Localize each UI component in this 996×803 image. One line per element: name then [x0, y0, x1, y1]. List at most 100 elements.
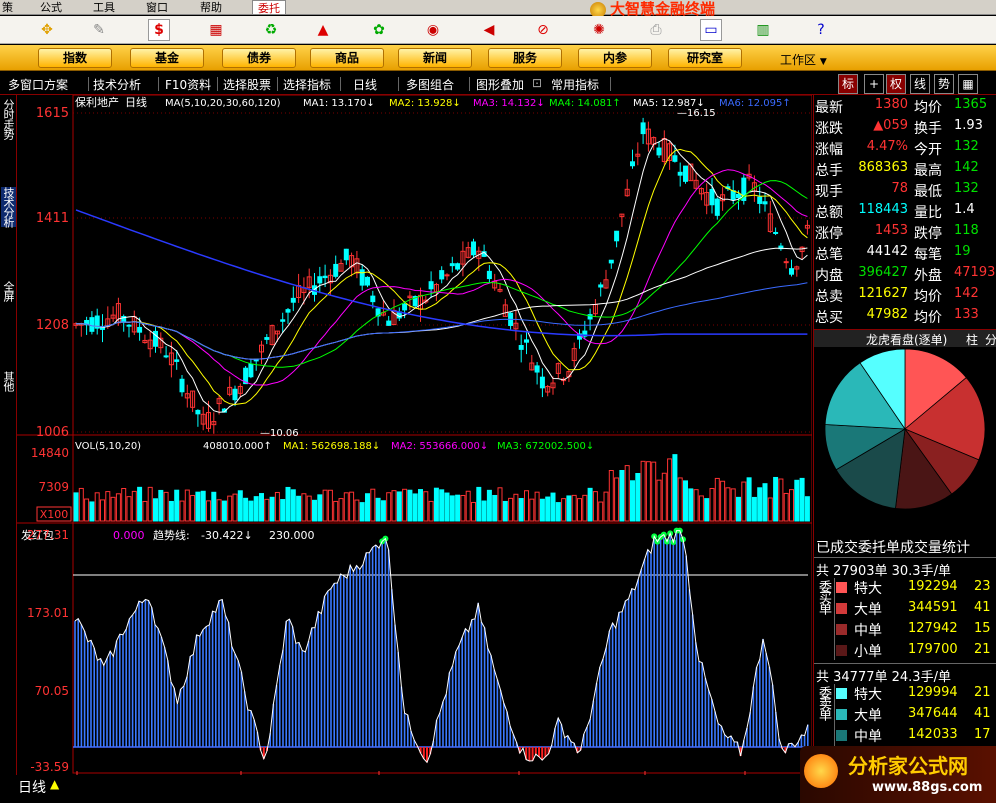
volume-bar	[306, 495, 312, 522]
nav-button-research[interactable]: 研究室	[668, 48, 742, 68]
help-cursor-icon[interactable]: ?	[810, 19, 832, 41]
overlay-button[interactable]: 图形叠加	[476, 76, 524, 93]
menu-item-formula[interactable]: 公式	[40, 0, 62, 15]
volume-bar	[794, 479, 800, 522]
volume-bar	[147, 486, 153, 522]
window-icon[interactable]: ▭	[700, 19, 722, 41]
indicator-bars	[73, 527, 809, 764]
common-indicator-button[interactable]: 常用指标	[551, 76, 599, 93]
candle-body	[317, 276, 323, 284]
tab-other[interactable]: 其他	[1, 371, 16, 391]
volume-bar	[582, 494, 588, 522]
candle-body	[333, 263, 339, 277]
multi-window-scheme-button[interactable]: 多窗口方案	[8, 76, 68, 93]
printer-icon[interactable]: ⎙	[645, 19, 667, 41]
indicator-trend-label: 趋势线:	[153, 528, 190, 542]
back-icon[interactable]: ◀	[478, 19, 500, 41]
multi-chart-button[interactable]: 多图组合	[406, 76, 454, 93]
tab-trend[interactable]: 势	[934, 74, 954, 94]
candle-body	[518, 345, 524, 350]
volume-bar	[280, 499, 286, 522]
nav-button-bond[interactable]: 债券	[222, 48, 296, 68]
volume-bar	[290, 489, 296, 522]
lock-icon[interactable]: ⊡	[532, 76, 542, 90]
menu-item-order[interactable]: 委托	[252, 0, 286, 15]
workarea-dropdown[interactable]: 工作区 ▼	[780, 51, 827, 68]
dollar-icon[interactable]: $	[148, 19, 170, 41]
quote-label: 最新	[815, 100, 843, 116]
dragon-tab-split[interactable]: 分	[985, 331, 996, 348]
volume-bar	[566, 495, 572, 522]
candle-body	[640, 122, 646, 135]
chart-icon[interactable]: ▲	[312, 19, 334, 41]
order-size-percent: 23	[974, 579, 991, 594]
chart-svg[interactable]: 1615 1411 1208 1006 保利地产 日线 MA(5,10,20,30,60,1…	[17, 94, 813, 788]
palm-icon[interactable]: ✿	[368, 19, 390, 41]
indicator-trend-value: -30.422↓	[201, 529, 253, 542]
ruler-icon[interactable]: ✎	[88, 19, 110, 41]
nav-button-commodity[interactable]: 商品	[310, 48, 384, 68]
volume-bar	[211, 491, 217, 522]
volume-bar	[375, 497, 381, 522]
candle-body	[709, 189, 715, 206]
nav-button-news[interactable]: 新闻	[398, 48, 472, 68]
volume-bar	[720, 480, 726, 522]
menu-item-window[interactable]: 窗口	[146, 0, 168, 15]
quote-row: 总卖 121627 均价 142	[814, 286, 996, 307]
block-total: 共 34777单 24.3手/单	[816, 670, 951, 685]
select-stock-button[interactable]: 选择股票	[223, 76, 271, 93]
chart-area[interactable]: 1615 1411 1208 1006 保利地产 日线 MA(5,10,20,30,60,1…	[17, 94, 813, 788]
candle-body	[455, 263, 461, 270]
order-size-value: 344591	[908, 600, 958, 615]
indicator-axis-label: 277.31	[27, 528, 69, 542]
plus-icon[interactable]: +	[864, 74, 884, 94]
volume-bar	[158, 489, 164, 522]
target-icon[interactable]: ◉	[422, 19, 444, 41]
order-size-value: 129994	[908, 685, 958, 700]
menu-item-help[interactable]: 帮助	[200, 0, 222, 15]
volume-bar	[539, 498, 545, 522]
volume-bar	[386, 492, 392, 522]
f10-button[interactable]: F10资料	[165, 76, 211, 93]
tab-line[interactable]: 线	[910, 74, 930, 94]
volume-bar	[799, 477, 805, 522]
move-icon[interactable]: ✥	[36, 19, 58, 41]
volume-bar	[757, 487, 763, 522]
tab-quote[interactable]: 标	[838, 74, 858, 94]
quote-value: 1380	[874, 97, 908, 112]
quote-value-2: 118	[954, 223, 979, 238]
candle-body	[534, 365, 540, 373]
dragon-tab-bar[interactable]: 柱	[966, 331, 978, 348]
quote-board-icon[interactable]: ▦	[205, 19, 227, 41]
volume-bar	[630, 480, 635, 522]
settings-icon[interactable]: ✺	[588, 19, 610, 41]
candle-body	[789, 268, 794, 275]
volume-bar	[767, 497, 773, 522]
recycle-icon[interactable]: ♻	[260, 19, 282, 41]
tab-rights[interactable]: 权	[886, 74, 906, 94]
nav-button-service[interactable]: 服务	[488, 48, 562, 68]
nav-button-fund[interactable]: 基金	[130, 48, 204, 68]
volume-bar	[492, 494, 498, 522]
dragon-title: 龙虎看盘(逐单)	[866, 333, 948, 347]
quote-value: 44142	[866, 244, 908, 259]
tab-technical[interactable]: 技术分析	[1, 187, 16, 227]
volume-bar	[661, 472, 667, 522]
no-entry-icon[interactable]: ⊘	[532, 19, 554, 41]
menu-item-tools[interactable]: 工具	[93, 0, 115, 15]
nav-button-index[interactable]: 指数	[38, 48, 112, 68]
tab-fullscreen[interactable]: 全屏	[1, 281, 16, 301]
volume-bar	[163, 491, 169, 522]
price-axis-label: 1208	[36, 318, 69, 333]
candle-body	[285, 309, 291, 313]
quote-label: 内盘	[815, 268, 843, 284]
toolbar-divider	[340, 77, 341, 91]
nav-button-insider[interactable]: 内参	[578, 48, 652, 68]
select-indicator-button[interactable]: 选择指标	[283, 76, 331, 93]
grid-icon[interactable]: ▦	[958, 74, 978, 94]
tech-analysis-button[interactable]: 技术分析	[93, 76, 141, 93]
books-icon[interactable]: ▥	[752, 19, 774, 41]
tab-intraday[interactable]: 分时走势	[1, 99, 16, 139]
menu-item-strategy[interactable]: 策	[2, 0, 13, 15]
daily-period-button[interactable]: 日线	[353, 76, 377, 93]
